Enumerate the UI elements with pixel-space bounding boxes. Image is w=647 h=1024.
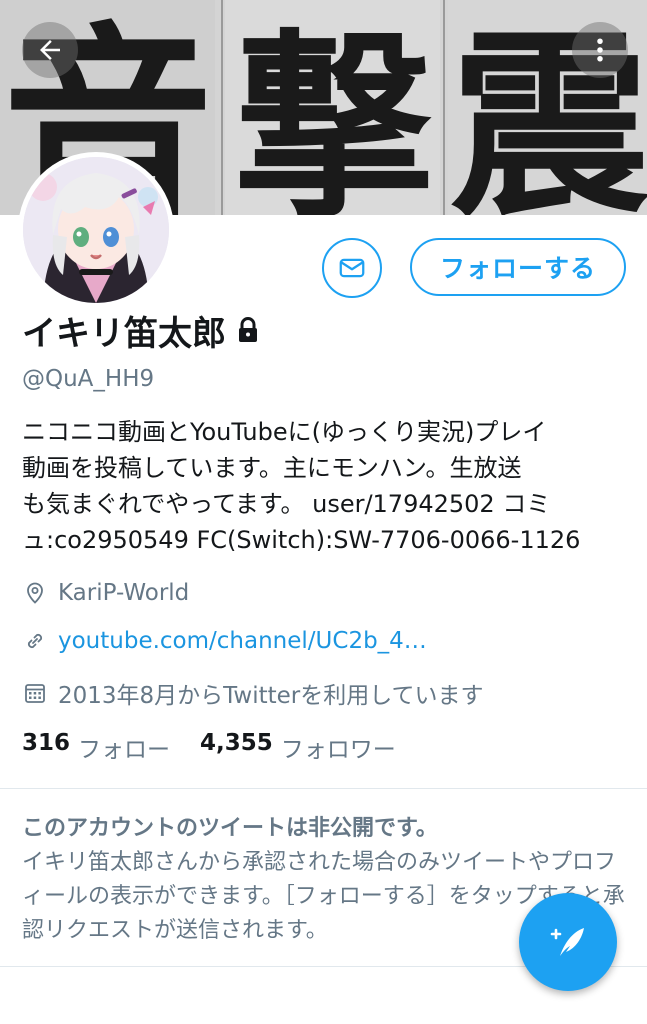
following-stat[interactable]: 316 フォロー [22,730,170,764]
bio-line: ニコニコ動画とYouTubeに(ゆっくり実況)プレイ [22,418,547,446]
divider [0,788,647,789]
compose-tweet-button[interactable] [519,893,617,991]
location-pin-icon [22,580,48,606]
followers-count: 4,355 [200,730,273,756]
profile-avatar[interactable] [18,152,174,308]
bio-line: も気まぐれでやってます。 user/17942502 コミ [22,490,551,518]
followers-stat[interactable]: 4,355 フォロワー [200,730,396,764]
joined-text: 2013年8月からTwitterを利用しています [58,683,484,709]
following-count: 316 [22,730,71,756]
profile-handle: @QuA_HH9 [22,366,155,392]
bio-line: 動画を投稿しています。主にモンハン。生放送 [22,454,522,482]
followers-label: フォロワー [280,737,396,763]
profile-name-row: イキリ笛太郎 [22,306,260,354]
website-link[interactable]: youtube.com/channel/UC2b_4… [58,628,427,654]
link-icon [22,628,48,654]
more-options-button[interactable] [572,22,628,78]
display-name: イキリ笛太郎 [22,313,226,354]
message-button[interactable] [322,238,382,298]
back-arrow-icon [40,40,60,60]
calendar-icon [22,680,48,706]
back-button[interactable] [22,22,78,78]
banner-char-2: 撃 [234,11,434,215]
following-label: フォロー [78,737,171,763]
more-vertical-icon [597,38,603,62]
bio-line: ュ:co2950549 FC(Switch):SW-7706-0066-1126 [22,526,581,554]
profile-location: KariP-World [22,580,189,606]
profile-stats: 316 フォロー 4,355 フォロワー [22,730,426,764]
follow-button[interactable]: フォローする [410,238,626,296]
profile-website[interactable]: youtube.com/channel/UC2b_4… [22,628,427,654]
location-text: KariP-World [58,580,190,606]
profile-bio: ニコニコ動画とYouTubeに(ゆっくり実況)プレイ 動画を投稿しています。主に… [22,414,632,558]
compose-tweet-icon [550,928,584,956]
lock-icon [236,316,260,344]
protected-notice-title: このアカウントのツイートは非公開です。 [22,816,438,841]
profile-joined: 2013年8月からTwitterを利用しています [22,676,484,710]
envelope-icon [339,258,365,278]
